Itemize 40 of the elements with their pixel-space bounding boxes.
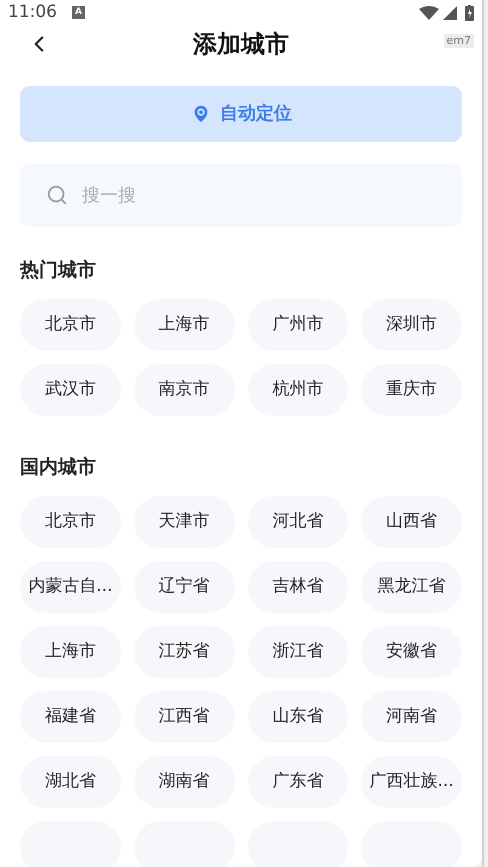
battery-icon [465, 4, 474, 21]
section-title: 热门城市 [20, 258, 97, 282]
city-chip[interactable]: 重庆市 [361, 364, 462, 416]
search-icon [46, 184, 68, 206]
city-chip[interactable]: 山东省 [248, 690, 348, 742]
city-chip[interactable]: 黑龙江省 [361, 560, 462, 612]
city-chip[interactable]: 山西省 [361, 496, 462, 548]
city-chip[interactable]: 河南省 [361, 690, 462, 742]
city-chip[interactable]: 江西省 [134, 690, 234, 742]
city-chip[interactable]: 吉林省 [248, 560, 348, 612]
city-chip[interactable]: 深圳市 [361, 298, 462, 350]
city-chip[interactable]: 湖南省 [134, 756, 234, 808]
city-chip[interactable]: 辽宁省 [134, 560, 234, 612]
section-title: 国内城市 [20, 454, 97, 480]
city-chip[interactable]: 北京市 [20, 298, 121, 350]
city-chip[interactable]: 广东省 [248, 756, 348, 808]
page-title: 添加城市 [193, 28, 289, 60]
notification-icon: A [72, 6, 85, 20]
city-chip[interactable]: 广西壮族... [361, 756, 462, 808]
signal-icon [443, 6, 457, 20]
city-chip[interactable]: 河北省 [248, 496, 348, 548]
status-time: 11:06 [8, 1, 57, 24]
debug-tag: em7 [444, 34, 474, 48]
city-chip[interactable]: 天津市 [134, 496, 234, 548]
city-chip[interactable]: 浙江省 [248, 626, 348, 678]
city-chip[interactable]: 内蒙古自... [20, 560, 121, 612]
city-chip[interactable]: 上海市 [20, 626, 121, 678]
search-input[interactable]: 搜一搜 [82, 182, 436, 208]
search-field[interactable]: 搜一搜 [20, 164, 462, 226]
city-chip[interactable]: 湖北省 [20, 756, 121, 808]
city-chip[interactable]: 广州市 [248, 298, 348, 350]
city-chip[interactable]: 上海市 [134, 298, 234, 350]
city-chip[interactable]: 南京市 [134, 364, 234, 416]
city-chip[interactable]: 江苏省 [134, 626, 234, 678]
city-chip[interactable]: 杭州市 [248, 364, 348, 416]
city-chip[interactable]: 武汉市 [20, 364, 121, 416]
wifi-icon [419, 6, 439, 20]
city-chip[interactable]: 福建省 [20, 690, 121, 742]
city-chip[interactable]: 北京市 [20, 496, 121, 548]
city-chip[interactable]: 安徽省 [361, 626, 462, 678]
